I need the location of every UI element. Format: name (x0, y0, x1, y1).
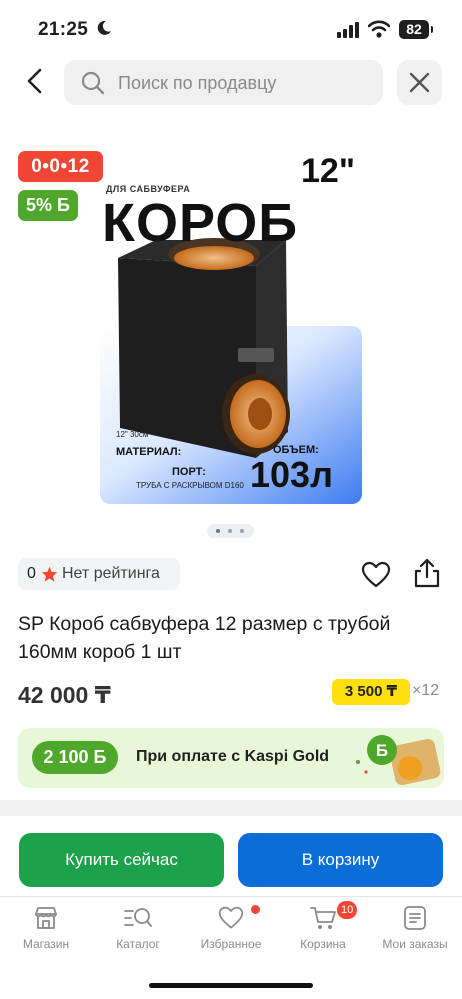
image-port-label: ПОРТ: (172, 466, 206, 478)
nav-label: Корзина (300, 937, 346, 951)
favorites-notification-dot (251, 905, 260, 914)
close-icon (409, 72, 430, 93)
image-volume-value: 103л (250, 454, 333, 495)
product-price: 42 000 ₸ (18, 682, 111, 708)
nav-label: Мои заказы (382, 937, 448, 951)
product-image[interactable]: ДЛЯ САБВУФЕРА 12" КОРОБ 12" 30см МАТЕРИА… (96, 136, 366, 507)
catalog-icon (124, 908, 152, 927)
image-size-label: 12" (301, 152, 355, 190)
orders-icon (404, 906, 426, 930)
back-arrow-icon[interactable] (22, 64, 50, 98)
nav-item-favorites[interactable]: Избранное (186, 905, 276, 951)
shop-icon (35, 907, 57, 929)
pagination-dot (240, 529, 244, 533)
nav-item-catalog[interactable]: Каталог (93, 905, 183, 951)
product-title: SP Короб сабвуфера 12 размер с трубой 16… (18, 613, 391, 663)
share-icon[interactable] (412, 557, 442, 589)
seller-search-input[interactable]: Поиск по продавцу (64, 60, 383, 105)
installment-months: ×12 (412, 682, 440, 699)
status-bar: 21:25 82 (0, 0, 462, 52)
pagination-dot (228, 529, 232, 533)
cart-icon (310, 907, 336, 929)
gallery-pagination[interactable] (207, 524, 254, 538)
image-port-value: ТРУБА С РАСКРЫВОМ D160 (136, 481, 244, 490)
section-divider (0, 800, 462, 816)
favorite-heart-icon[interactable] (361, 561, 391, 589)
search-icon (81, 71, 105, 95)
nav-label: Избранное (200, 937, 262, 951)
status-time: 21:25 (38, 19, 89, 40)
svg-text:Б: Б (376, 741, 388, 760)
pagination-dot (216, 529, 220, 533)
wifi-icon (368, 20, 390, 38)
search-placeholder: Поиск по продавцу (118, 73, 277, 93)
bonus-badge: 5% Б (18, 190, 78, 221)
moon-icon (97, 20, 111, 35)
image-material: МАТЕРИАЛ: (116, 446, 182, 458)
rating-badge[interactable]: 0 Нет рейтинга (18, 558, 180, 590)
battery-tip (431, 26, 433, 33)
nav-label: Магазин (22, 937, 70, 951)
installment-badge: 0•0•12 (18, 151, 103, 182)
rating-count: 0 (27, 565, 36, 582)
nav-item-shop[interactable]: Магазин (1, 905, 91, 951)
kaspi-gold-card-icon: Б (356, 735, 441, 786)
add-to-cart-button[interactable]: В корзину (238, 833, 443, 887)
home-indicator (149, 983, 313, 988)
kaspi-gold-banner[interactable]: 2 100 Б При оплате с Kaspi Gold Б (18, 728, 444, 788)
battery-indicator: 82 (399, 20, 429, 39)
cart-count-badge: 10 (337, 901, 358, 919)
kaspi-gold-bonus: 2 100 Б (32, 741, 118, 774)
cellular-signal-icon (337, 22, 359, 38)
star-icon (41, 566, 58, 582)
nav-item-orders[interactable]: Мои заказы (370, 905, 460, 951)
close-button[interactable] (397, 60, 442, 105)
kaspi-gold-text: При оплате с Kaspi Gold (136, 748, 330, 765)
image-word: КОРОБ (102, 193, 299, 253)
bottom-actions: Купить сейчас В корзину (0, 816, 462, 896)
nav-label: Каталог (116, 937, 160, 951)
rating-text: Нет рейтинга (62, 565, 160, 582)
image-dims: 12" 30см (116, 430, 149, 439)
installment-price-badge: 3 500 ₸ (332, 679, 410, 705)
heart-icon (218, 906, 244, 929)
buy-now-button[interactable]: Купить сейчас (19, 833, 224, 887)
